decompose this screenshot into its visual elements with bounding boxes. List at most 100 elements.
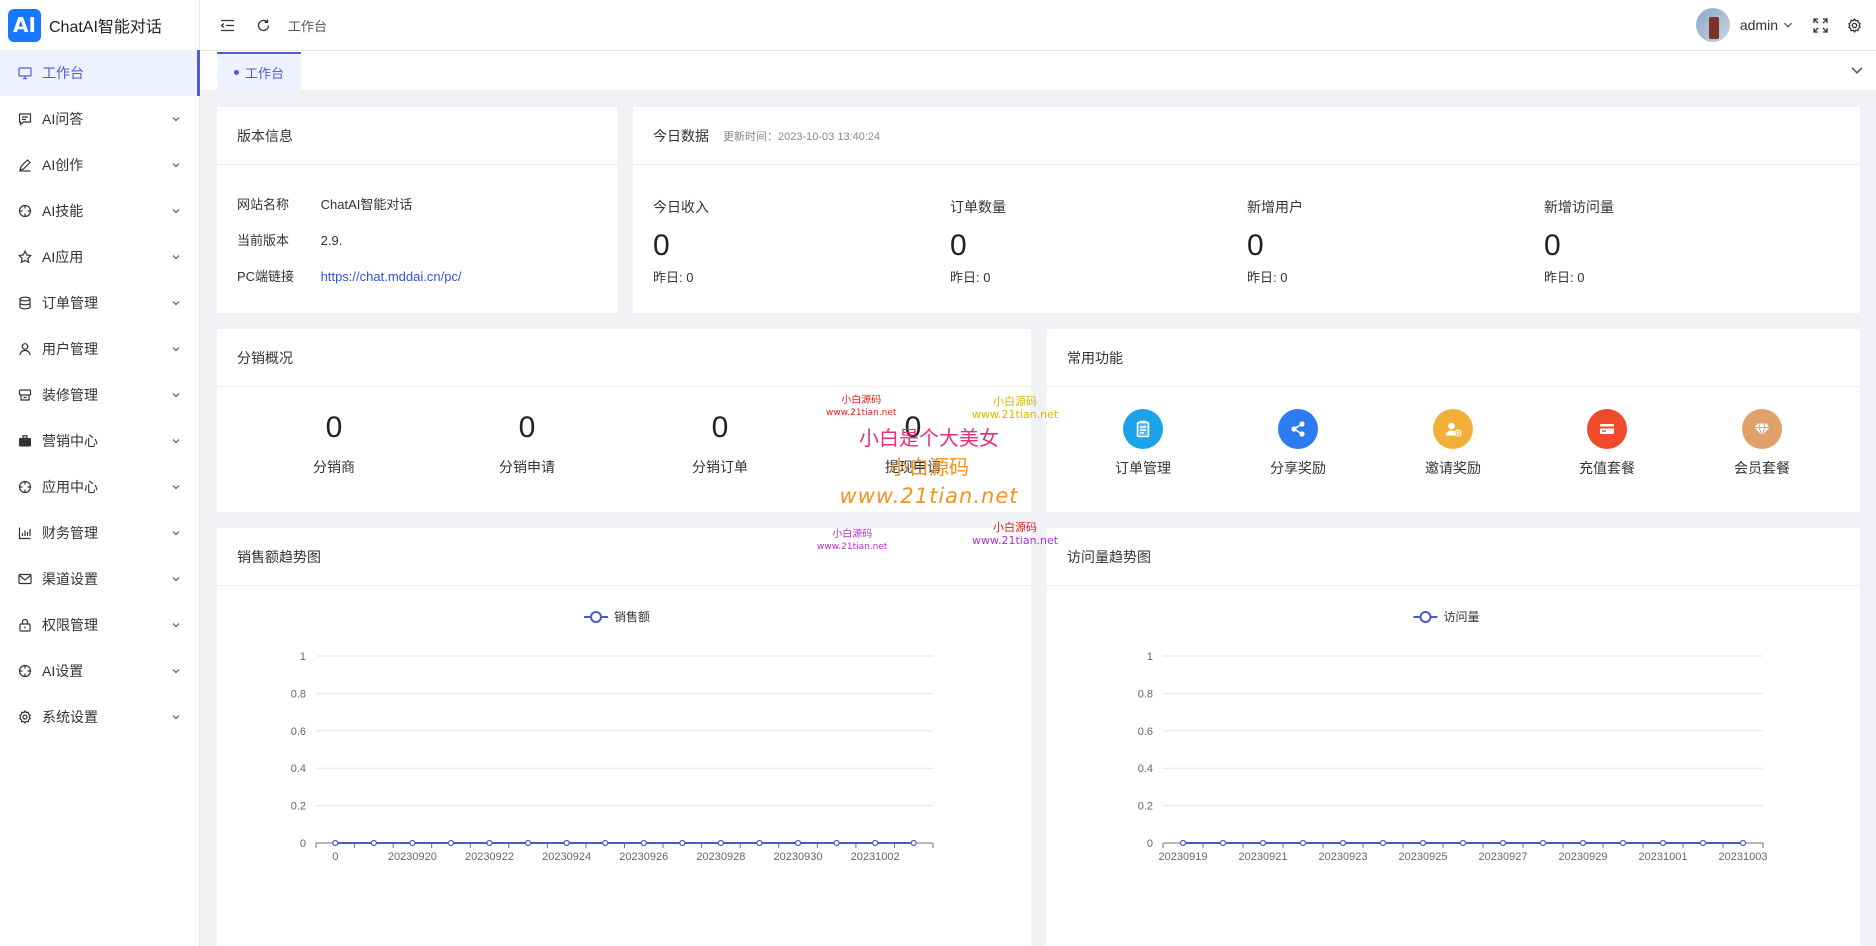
stat-value: 0	[950, 229, 967, 262]
func-recharge-package[interactable]: 充值套餐	[1557, 409, 1657, 478]
x-tick-label: 20230921	[1239, 851, 1288, 863]
sidebar-item-users[interactable]: 用户管理	[0, 326, 199, 372]
y-tick-label: 1	[1147, 651, 1153, 663]
sidebar-item-ai-skill[interactable]: AI技能	[0, 188, 199, 234]
dist-label: 分销商	[313, 459, 355, 475]
today-data-card: 今日数据 更新时间：2023-10-03 13:40:24 今日收入 0 昨日:…	[633, 107, 1860, 313]
fullscreen-icon[interactable]	[1812, 17, 1828, 33]
dist-orders[interactable]: 0 分销订单	[660, 411, 780, 477]
card-header: 今日数据 更新时间：2023-10-03 13:40:24	[633, 107, 1860, 165]
top-header: 工作台 admin	[200, 0, 1876, 51]
sidebar-item-channels[interactable]: 渠道设置	[0, 556, 199, 602]
stat-value: 0	[1544, 229, 1561, 262]
user-name[interactable]: admin	[1740, 17, 1778, 33]
dist-distributors[interactable]: 0 分销商	[274, 411, 394, 477]
sidebar-item-orders[interactable]: 订单管理	[0, 280, 199, 326]
stat-new-users: 新增用户 0 昨日: 0	[1247, 197, 1447, 286]
stat-label: 订单数量	[950, 199, 1006, 215]
sidebar-item-ai-create[interactable]: AI创作	[0, 142, 199, 188]
sidebar-item-system-settings[interactable]: 系统设置	[0, 694, 199, 740]
legend-marker	[1419, 611, 1432, 623]
x-tick-label: 20230930	[774, 851, 823, 863]
func-member-package[interactable]: 会员套餐	[1712, 409, 1812, 478]
y-tick-label: 0	[1147, 838, 1153, 850]
chevron-down-icon	[172, 209, 180, 214]
card-title: 版本信息	[217, 107, 617, 165]
sales-trend-chart: 销售额 0 0.2 0.4 0.6 0.8 1 0 20230920 20230922 202309…	[291, 609, 934, 863]
stat-yesterday: 昨日: 0	[653, 270, 694, 285]
data-point	[1339, 839, 1347, 847]
data-point	[794, 839, 802, 847]
sidebar-item-app-center[interactable]: 应用中心	[0, 464, 199, 510]
sidebar-item-ai-settings[interactable]: AI设置	[0, 648, 199, 694]
stat-yesterday: 昨日: 0	[950, 270, 991, 285]
menu-fold-icon[interactable]	[218, 16, 236, 34]
x-tick-label: 20230922	[465, 851, 514, 863]
dist-applications[interactable]: 0 分销申请	[467, 411, 587, 477]
x-tick-label: 20230928	[696, 851, 745, 863]
dist-value: 0	[518, 411, 536, 444]
sidebar-item-permissions[interactable]: 权限管理	[0, 602, 199, 648]
y-tick-label: 0.6	[1138, 726, 1153, 738]
data-point	[717, 839, 725, 847]
card-title: 销售额趋势图	[217, 528, 1031, 586]
dist-value: 0	[711, 411, 729, 444]
avatar[interactable]	[1695, 8, 1730, 42]
info-row-pc-link: PC端链接 https://chat.mddai.cn/pc/	[237, 266, 462, 285]
user-icon	[18, 342, 32, 356]
sidebar-item-label: AI应用	[42, 249, 84, 265]
sidebar-item-marketing[interactable]: 营销中心	[0, 418, 199, 464]
logo[interactable]: AI ChatAI智能对话	[0, 0, 199, 50]
data-point	[1179, 839, 1187, 847]
data-point	[910, 839, 917, 847]
data-point	[1459, 839, 1467, 847]
sidebar-item-label: 权限管理	[42, 617, 98, 633]
dist-label: 提现申请	[885, 459, 941, 475]
sidebar-item-label: 工作台	[42, 65, 84, 81]
sidebar-item-ai-qa[interactable]: AI问答	[0, 96, 199, 142]
card-title: 分销概况	[217, 329, 1031, 387]
refresh-icon[interactable]	[254, 16, 272, 34]
data-point	[1699, 839, 1707, 847]
sidebar-item-finance[interactable]: 财务管理	[0, 510, 199, 556]
chevron-down-icon	[172, 301, 180, 306]
sidebar-item-workbench[interactable]: 工作台	[0, 50, 200, 96]
tab-bar: 工作台	[200, 51, 1876, 91]
y-tick-label: 0.2	[1138, 801, 1153, 813]
dist-label: 分销订单	[692, 459, 748, 475]
diamond-icon	[1742, 409, 1782, 449]
visits-trend-chart: 访问量 0 0.2 0.4 0.6 0.8 1 20230919 20230921 2023092…	[1138, 610, 1768, 863]
chevron-down-icon	[172, 255, 180, 260]
distribution-card: 分销概况 0 分销商 0 分销申请 0 分销订单 0 提现申请	[217, 329, 1031, 512]
data-point	[679, 839, 686, 847]
chevron-down-icon[interactable]	[1850, 63, 1864, 77]
chevron-down-icon[interactable]	[1782, 19, 1794, 31]
y-tick-label: 0.4	[291, 763, 306, 775]
info-label: PC端链接	[237, 269, 295, 284]
target-icon	[18, 664, 32, 678]
info-value: ChatAI智能对话	[320, 197, 413, 212]
func-invite-reward[interactable]: 邀请奖励	[1403, 409, 1503, 478]
sidebar: AI ChatAI智能对话 工作台 AI问答 AI创作 AI技能 AI应用 订单…	[0, 0, 200, 946]
data-point	[1379, 839, 1387, 847]
dist-withdrawals[interactable]: 0 提现申请	[853, 411, 973, 477]
app-title: ChatAI智能对话	[49, 19, 162, 36]
func-share-reward[interactable]: 分享奖励	[1248, 409, 1348, 478]
sidebar-item-decoration[interactable]: 装修管理	[0, 372, 199, 418]
data-point	[1659, 839, 1667, 847]
sidebar-item-ai-app[interactable]: AI应用	[0, 234, 199, 280]
pc-link[interactable]: https://chat.mddai.cn/pc/	[321, 269, 462, 284]
func-order-management[interactable]: 订单管理	[1093, 409, 1193, 478]
info-value: 2.9.	[320, 233, 343, 248]
stat-value: 0	[653, 229, 670, 262]
target-icon	[18, 204, 32, 218]
x-tick-label: 20231002	[851, 851, 900, 863]
sidebar-item-label: 装修管理	[42, 387, 98, 403]
chat-icon	[18, 112, 32, 126]
sales-trend-card: 销售额趋势图 销售额 0 0.2 0.4 0.6 0.8 1 0 20230920 2023092…	[217, 528, 1031, 946]
tab-workbench[interactable]: 工作台	[217, 52, 301, 91]
func-label: 订单管理	[1115, 460, 1171, 476]
x-tick-label: 20231001	[1639, 851, 1688, 863]
logo-icon: AI	[8, 8, 41, 42]
gear-icon[interactable]	[1846, 17, 1862, 33]
